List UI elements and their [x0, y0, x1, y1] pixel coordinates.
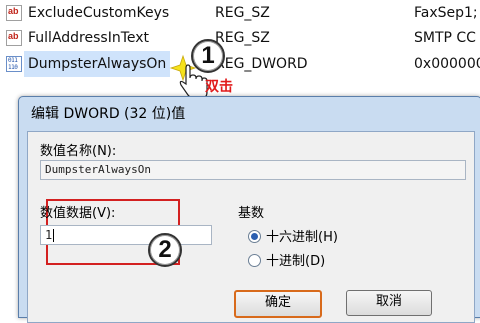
double-click-label: 双击: [205, 79, 233, 95]
registry-value-name: FullAddressInText: [28, 30, 150, 46]
string-value-icon: ab: [6, 5, 22, 21]
registry-value-type: REG_SZ: [215, 30, 270, 46]
step-callout-2: 2: [148, 233, 182, 267]
registry-value-data: FaxSep1;: [414, 5, 478, 21]
value-name-field: DumpsterAlwaysOn: [40, 160, 466, 180]
value-data-input[interactable]: 1: [40, 225, 212, 245]
dialog-title: 编辑 DWORD (32 位)值: [31, 106, 186, 122]
binary-value-icon: 011 110: [6, 56, 22, 72]
decimal-radio[interactable]: [248, 254, 261, 267]
hex-label[interactable]: 十六进制(H): [266, 226, 338, 245]
decimal-label[interactable]: 十进制(D): [266, 250, 325, 269]
base-label: 基数: [238, 206, 265, 221]
registry-value-data: SMTP CC: [414, 30, 476, 46]
string-value-icon: ab: [6, 30, 22, 46]
value-name-label: 数值名称(N):: [40, 144, 117, 159]
registry-row-selected[interactable]: 011 110 DumpsterAlwaysOn REG_DWORD 0x0000…: [0, 51, 480, 77]
registry-value-type: REG_SZ: [215, 5, 270, 21]
registry-row[interactable]: ab ExcludeCustomKeys REG_SZ FaxSep1;: [0, 0, 480, 26]
registry-row[interactable]: ab FullAddressInText REG_SZ SMTP CC: [0, 25, 480, 51]
text-caret: [53, 229, 55, 242]
ok-button[interactable]: 确定: [234, 290, 322, 318]
dialog-body: 数值名称(N): DumpsterAlwaysOn 数值数据(V): 1 2 基…: [27, 131, 475, 323]
value-data-text: 1: [45, 228, 53, 242]
value-data-label: 数值数据(V):: [40, 206, 116, 221]
cancel-button[interactable]: 取消: [346, 290, 432, 316]
registry-value-name: ExcludeCustomKeys: [28, 5, 170, 21]
edit-dword-dialog: 编辑 DWORD (32 位)值 数值名称(N): DumpsterAlways…: [18, 96, 480, 323]
hex-radio[interactable]: [248, 230, 261, 243]
registry-value-data: 0x000000: [414, 56, 480, 72]
registry-value-name[interactable]: DumpsterAlwaysOn: [24, 51, 171, 77]
registry-value-type: REG_DWORD: [215, 56, 308, 72]
step-callout-1: 1: [191, 39, 225, 73]
